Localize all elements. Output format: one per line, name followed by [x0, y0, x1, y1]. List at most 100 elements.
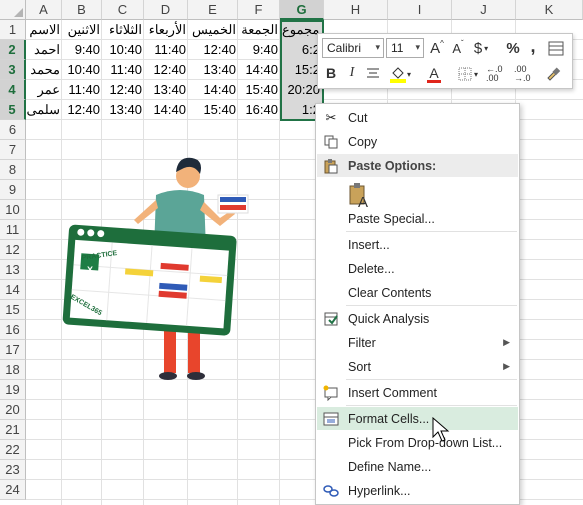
menu-item-delete[interactable]: Delete... — [317, 257, 518, 280]
menu-item-clear-contents[interactable]: Clear Contents — [317, 281, 518, 304]
font-color-button[interactable]: A — [422, 63, 446, 85]
column-header-i[interactable]: I — [388, 0, 452, 20]
menu-item-filter[interactable]: Filter ▶ — [317, 331, 518, 354]
row-header-13[interactable]: 13 — [0, 260, 26, 280]
fill-color-button[interactable]: ▾ — [388, 63, 412, 85]
cell-c4[interactable]: 12:40 — [102, 80, 144, 99]
cell-a2[interactable]: احمد — [26, 40, 62, 59]
cell-e2[interactable]: 12:40 — [188, 40, 238, 59]
font-size-dropdown[interactable]: 11 ▾ — [386, 38, 424, 58]
column-header-f[interactable]: F — [238, 0, 280, 20]
menu-item-copy[interactable]: Copy — [317, 130, 518, 153]
row-header-15[interactable]: 15 — [0, 300, 26, 320]
menu-item-define-name[interactable]: Define Name... — [317, 455, 518, 478]
italic-button[interactable]: I — [344, 63, 360, 83]
menu-item-insert[interactable]: Insert... — [317, 233, 518, 256]
cell-c2[interactable]: 10:40 — [102, 40, 144, 59]
row-header-3[interactable]: 3 — [0, 60, 26, 80]
row-header-10[interactable]: 10 — [0, 200, 26, 220]
menu-item-pick-from-dropdown[interactable]: Pick From Drop-down List... — [317, 431, 518, 454]
cell-b3[interactable]: 10:40 — [62, 60, 102, 79]
cell-b1[interactable]: الاثنين — [62, 20, 102, 39]
cell-g3[interactable]: 15:2 — [282, 60, 322, 79]
row-header-12[interactable]: 12 — [0, 240, 26, 260]
row-header-19[interactable]: 19 — [0, 380, 26, 400]
cell-f2[interactable]: 9:40 — [238, 40, 280, 59]
row-header-23[interactable]: 23 — [0, 460, 26, 480]
format-table-button[interactable] — [546, 38, 566, 58]
menu-item-paste-special[interactable]: Paste Special... — [317, 207, 518, 230]
cell-f1[interactable]: الجمعة — [238, 20, 280, 39]
cell-d4[interactable]: 13:40 — [144, 80, 188, 99]
column-header-h[interactable]: H — [324, 0, 388, 20]
grow-font-button[interactable]: A ^ — [428, 38, 446, 58]
align-center-button[interactable] — [364, 63, 382, 83]
row-header-7[interactable]: 7 — [0, 140, 26, 160]
cell-d3[interactable]: 12:40 — [144, 60, 188, 79]
column-header-b[interactable]: B — [62, 0, 102, 20]
row-header-16[interactable]: 16 — [0, 320, 26, 340]
column-header-c[interactable]: C — [102, 0, 144, 20]
row-header-18[interactable]: 18 — [0, 360, 26, 380]
cell-e5[interactable]: 15:40 — [188, 100, 238, 119]
row-header-1[interactable]: 1 — [0, 20, 26, 40]
comma-style-button[interactable]: , — [526, 36, 540, 56]
format-painter-button[interactable] — [542, 63, 564, 85]
cell-f3[interactable]: 14:40 — [238, 60, 280, 79]
row-header-24[interactable]: 24 — [0, 480, 26, 500]
cell-b5[interactable]: 12:40 — [62, 100, 102, 119]
select-all-corner[interactable] — [0, 0, 26, 20]
column-header-g[interactable]: G — [280, 0, 324, 20]
borders-button[interactable]: ▾ — [456, 63, 480, 85]
currency-format-button[interactable]: $ ▾ — [471, 38, 491, 58]
cell-a5[interactable]: سلمى — [26, 100, 62, 119]
column-header-k[interactable]: K — [516, 0, 583, 20]
cell-g2[interactable]: 6:2 — [282, 40, 322, 59]
shrink-font-button[interactable]: Aˇ — [449, 38, 467, 58]
row-header-11[interactable]: 11 — [0, 220, 26, 240]
cell-d1[interactable]: الأربعاء — [144, 20, 188, 39]
decrease-decimal-button[interactable]: .00 →.0 — [514, 63, 538, 85]
paste-button[interactable]: A — [317, 180, 518, 210]
menu-item-insert-comment[interactable]: Insert Comment — [317, 381, 518, 404]
cell-g4[interactable]: 20:20 — [282, 80, 322, 99]
cell-c5[interactable]: 13:40 — [102, 100, 144, 119]
row-header-21[interactable]: 21 — [0, 420, 26, 440]
cell-b4[interactable]: 11:40 — [62, 80, 102, 99]
row-header-8[interactable]: 8 — [0, 160, 26, 180]
menu-item-cut[interactable]: ✂ Cut — [317, 106, 518, 129]
column-header-e[interactable]: E — [188, 0, 238, 20]
row-header-2[interactable]: 2 — [0, 40, 26, 60]
cell-e3[interactable]: 13:40 — [188, 60, 238, 79]
row-header-9[interactable]: 9 — [0, 180, 26, 200]
cell-b2[interactable]: 9:40 — [62, 40, 102, 59]
cell-f4[interactable]: 15:40 — [238, 80, 280, 99]
font-name-dropdown[interactable]: Calibri ▾ — [322, 38, 384, 58]
row-header-22[interactable]: 22 — [0, 440, 26, 460]
bold-button[interactable]: B — [322, 63, 340, 83]
cell-e4[interactable]: 14:40 — [188, 80, 238, 99]
increase-decimal-button[interactable]: ←.0 .00 — [486, 63, 510, 85]
menu-item-hyperlink[interactable]: Hyperlink... — [317, 479, 518, 502]
menu-item-quick-analysis[interactable]: Quick Analysis — [317, 307, 518, 330]
cell-c3[interactable]: 11:40 — [102, 60, 144, 79]
cell-d5[interactable]: 14:40 — [144, 100, 188, 119]
cell-e1[interactable]: الخميس — [188, 20, 238, 39]
row-header-17[interactable]: 17 — [0, 340, 26, 360]
row-header-14[interactable]: 14 — [0, 280, 26, 300]
column-header-d[interactable]: D — [144, 0, 188, 20]
cell-a1[interactable]: الاسم — [26, 20, 62, 39]
cell-c1[interactable]: الثلاثاء — [102, 20, 144, 39]
menu-item-sort[interactable]: Sort ▶ — [317, 355, 518, 378]
cell-f5[interactable]: 16:40 — [238, 100, 280, 119]
row-header-4[interactable]: 4 — [0, 80, 26, 100]
percent-style-button[interactable]: % — [504, 38, 522, 58]
row-header-20[interactable]: 20 — [0, 400, 26, 420]
cell-d2[interactable]: 11:40 — [144, 40, 188, 59]
row-header-5[interactable]: 5 — [0, 100, 26, 120]
column-header-a[interactable]: A — [26, 0, 62, 20]
column-header-j[interactable]: J — [452, 0, 516, 20]
menu-item-format-cells[interactable]: Format Cells... — [317, 407, 518, 430]
row-header-6[interactable]: 6 — [0, 120, 26, 140]
cell-a4[interactable]: عمر — [26, 80, 62, 99]
